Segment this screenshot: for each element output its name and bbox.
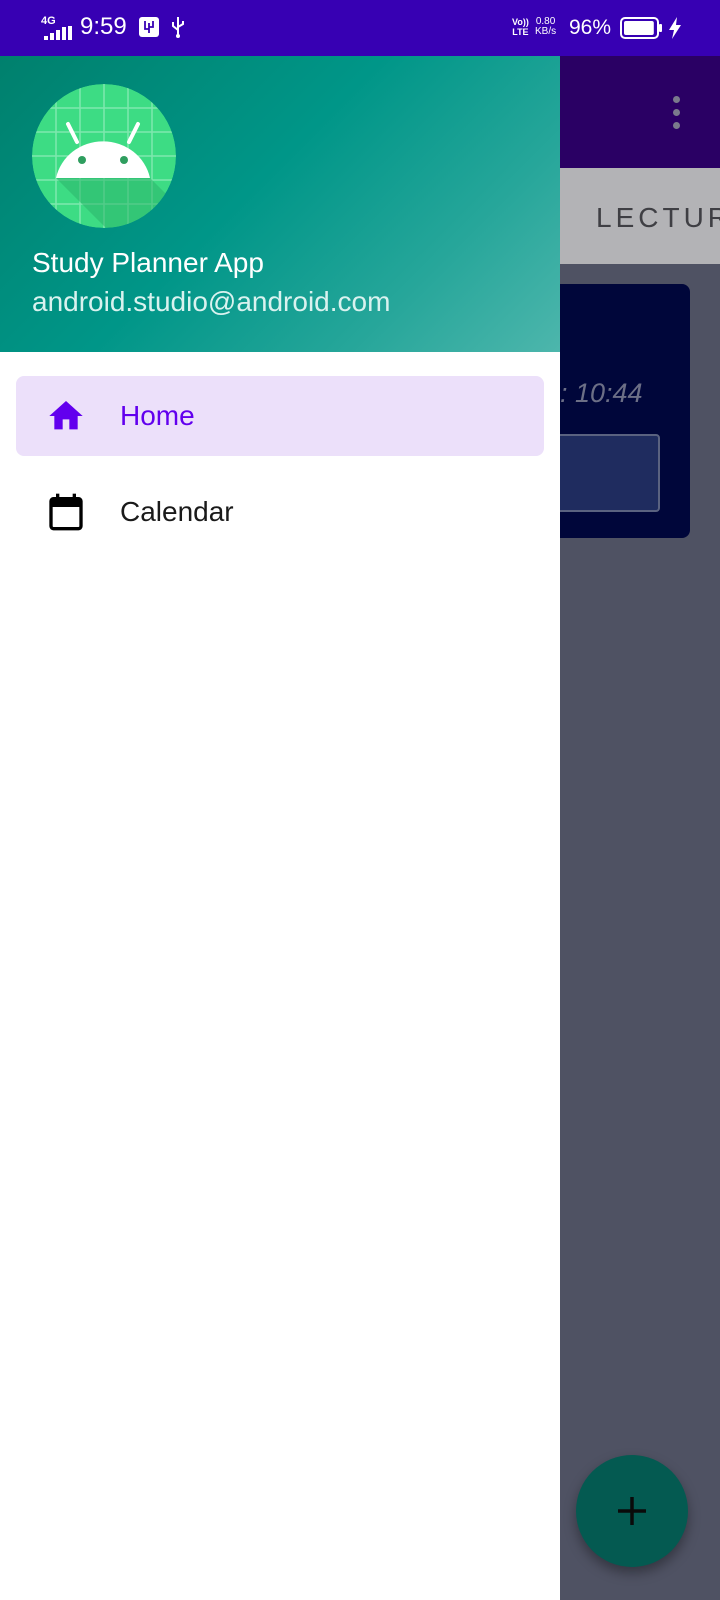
navigation-drawer: Study Planner App android.studio@android…	[0, 56, 560, 1600]
home-icon	[49, 401, 83, 430]
usb-icon	[172, 17, 184, 38]
add-fab-button[interactable]	[576, 1455, 688, 1567]
drawer-item-label: Home	[120, 400, 195, 431]
status-bar: 4G 9:59 Vo)) LTE 0.80 KB/s 96%	[0, 0, 720, 56]
charging-bolt-icon	[669, 17, 681, 39]
drawer-item-home[interactable]: Home	[16, 376, 544, 456]
battery-percent: 96%	[569, 16, 612, 39]
calendar-icon	[49, 493, 83, 531]
drawer-item-label: Calendar	[120, 496, 234, 527]
signal-bars-icon	[44, 26, 72, 40]
network-speed: 0.80 KB/s	[535, 17, 556, 37]
usb-debugging-icon	[139, 17, 159, 37]
app-title: Study Planner App	[32, 247, 264, 278]
lecture-time: : 10:44	[560, 378, 643, 408]
android-robot-icon	[32, 84, 176, 228]
volte-indicator: Vo)) LTE	[512, 17, 529, 37]
drawer-header: Study Planner App android.studio@android…	[0, 56, 560, 352]
plus-icon	[618, 1497, 646, 1525]
account-email: android.studio@android.com	[32, 286, 391, 317]
lecture-card-button[interactable]	[548, 434, 660, 512]
speed-unit: KB/s	[535, 26, 557, 37]
volte-line1: Vo))	[512, 17, 529, 27]
drawer-item-calendar[interactable]: Calendar	[16, 472, 544, 552]
clock: 9:59	[80, 13, 127, 40]
app-bar	[560, 56, 720, 168]
battery-icon	[620, 17, 662, 39]
tab-lectures[interactable]: LECTUR	[596, 202, 720, 234]
volte-line2: LTE	[512, 27, 529, 37]
more-vert-icon[interactable]	[662, 92, 690, 132]
